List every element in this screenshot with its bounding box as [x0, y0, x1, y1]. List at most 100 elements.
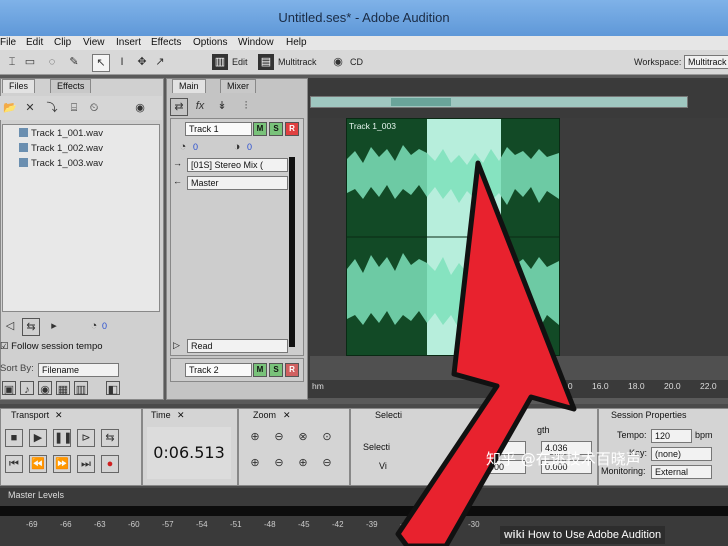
zoom-out-horizontal-icon[interactable]: ⊖: [271, 429, 287, 445]
list-item[interactable]: Track 1_003.wav: [19, 158, 103, 169]
pause-icon[interactable]: ❚❚: [53, 429, 72, 447]
play-file-icon[interactable]: ⏲: [86, 100, 102, 116]
move-tool-icon[interactable]: ↖: [92, 54, 110, 72]
time-selection-icon[interactable]: I: [114, 54, 130, 70]
menu-help[interactable]: Help: [286, 36, 307, 50]
list-item[interactable]: Track 1_002.wav: [19, 143, 103, 154]
zoom-out-vertical-icon[interactable]: ⊖: [319, 455, 335, 471]
workspace-select[interactable]: Multitrack: [684, 55, 728, 69]
zoom-in-vertical-icon[interactable]: ⊕: [295, 455, 311, 471]
clip-label: Track 1_003: [349, 121, 396, 131]
tab-files[interactable]: Files: [2, 79, 36, 93]
multitrack-view-label[interactable]: Multitrack: [278, 54, 317, 70]
menu-view[interactable]: View: [83, 36, 105, 50]
play-from-cursor-icon[interactable]: ⊳: [77, 429, 95, 447]
sort-by-select[interactable]: Filename: [38, 363, 119, 377]
track-1-record-button[interactable]: R: [285, 122, 299, 136]
eq-icon[interactable]: ⫶: [238, 98, 254, 114]
fast-forward-icon[interactable]: ⏩: [53, 455, 71, 473]
cd-view-label[interactable]: CD: [350, 54, 363, 70]
zoom-title: Zoom: [253, 410, 277, 420]
cursor-tool-icon[interactable]: ⌶: [4, 54, 20, 70]
track-1-output-select[interactable]: Master: [187, 176, 288, 190]
record-icon[interactable]: ●: [101, 455, 119, 473]
volume-knob-icon[interactable]: ◔: [86, 318, 102, 334]
close-icon[interactable]: ✕: [55, 410, 63, 421]
zoom-to-selection-icon[interactable]: ⊙: [319, 429, 335, 445]
view-icon[interactable]: ▣: [2, 381, 16, 396]
scrub-tool-icon[interactable]: ↗: [152, 54, 168, 70]
timeline-ruler[interactable]: hm 14.0 16.0 18.0 20.0 22.0: [310, 380, 728, 392]
multitrack-view-icon[interactable]: ▤: [258, 54, 274, 70]
edit-view-label[interactable]: Edit: [232, 54, 248, 70]
eye-icon[interactable]: ◉: [132, 100, 148, 116]
track-1-input-select[interactable]: [01S] Stereo Mix (: [187, 158, 288, 172]
view-icon[interactable]: ▦: [56, 381, 70, 396]
track-1-mute-button[interactable]: M: [253, 122, 267, 136]
stop-icon[interactable]: ■: [5, 429, 23, 447]
menu-file[interactable]: File: [0, 36, 16, 50]
track-1-name[interactable]: Track 1: [185, 122, 252, 136]
scrollbar-thumb[interactable]: [391, 98, 451, 106]
zoom-right-edge-icon[interactable]: ⊖: [271, 455, 287, 471]
view-icon[interactable]: ◉: [38, 381, 52, 396]
loop-icon[interactable]: ⇆: [22, 318, 40, 336]
insert-icon[interactable]: ⤵: [44, 100, 60, 116]
track-1-automation-mode[interactable]: Read: [187, 339, 288, 353]
effects-fx-icon[interactable]: fx: [192, 98, 208, 114]
track-2-name[interactable]: Track 2: [185, 363, 252, 377]
inputs-outputs-icon[interactable]: ⇄: [170, 98, 188, 116]
monitoring-select[interactable]: External: [651, 465, 712, 479]
zoom-panel: Zoom ✕ ⊕ ⊖ ⊗ ⊙ ⊕ ⊖ ⊕ ⊖: [238, 408, 350, 486]
pan-knob-icon[interactable]: ◑: [229, 139, 245, 155]
slip-tool-icon[interactable]: ✥: [134, 54, 150, 70]
speaker-icon[interactable]: ◁: [2, 318, 18, 334]
volume-knob-icon[interactable]: ◔: [175, 139, 191, 155]
import-icon[interactable]: 📂: [2, 100, 18, 116]
zoom-out-full-icon[interactable]: ⊗: [295, 429, 311, 445]
key-select[interactable]: (none): [651, 447, 712, 461]
close-icon[interactable]: ✕: [283, 410, 291, 421]
close-file-icon[interactable]: ✕: [22, 100, 38, 116]
close-icon[interactable]: ✕: [177, 410, 185, 421]
menu-options[interactable]: Options: [193, 36, 227, 50]
view-icon[interactable]: ◧: [106, 381, 120, 396]
tab-mixer[interactable]: Mixer: [220, 79, 256, 93]
menu-bar: File Edit Clip View Insert Effects Optio…: [0, 36, 728, 50]
menu-window[interactable]: Window: [238, 36, 274, 50]
expand-arrow-icon[interactable]: ▷: [173, 340, 180, 351]
menu-insert[interactable]: Insert: [116, 36, 141, 50]
ruler-prefix: hm: [312, 381, 324, 391]
lasso-tool-icon[interactable]: ◌: [44, 54, 60, 70]
cd-view-icon[interactable]: ◉: [330, 54, 346, 70]
menu-clip[interactable]: Clip: [54, 36, 71, 50]
track-1-solo-button[interactable]: S: [269, 122, 283, 136]
track-2-record-button[interactable]: R: [285, 363, 299, 377]
sends-icon[interactable]: ↡: [214, 98, 230, 114]
go-to-end-icon[interactable]: ⏭: [77, 455, 95, 473]
list-item[interactable]: Track 1_001.wav: [19, 128, 103, 139]
tab-effects[interactable]: Effects: [50, 79, 92, 93]
rewind-icon[interactable]: ⏪: [29, 455, 47, 473]
track-2-mute-button[interactable]: M: [253, 363, 267, 377]
timeline-scrollbar[interactable]: [310, 96, 688, 108]
track-2-solo-button[interactable]: S: [269, 363, 283, 377]
play-icon[interactable]: ▶: [29, 429, 47, 447]
marquee-tool-icon[interactable]: ▭: [22, 54, 38, 70]
go-to-start-icon[interactable]: ⏮: [5, 455, 23, 473]
brush-tool-icon[interactable]: ✎: [66, 54, 82, 70]
edit-file-icon[interactable]: ⌸: [66, 100, 82, 116]
zoom-left-edge-icon[interactable]: ⊕: [247, 455, 263, 471]
menu-edit[interactable]: Edit: [26, 36, 43, 50]
tempo-field[interactable]: 120: [651, 429, 692, 443]
autoplay-icon[interactable]: ▸: [46, 318, 62, 334]
view-icon[interactable]: ▥: [74, 381, 88, 396]
view-icon[interactable]: ♪: [20, 381, 34, 396]
audio-clip[interactable]: Track 1_003: [346, 118, 560, 356]
loop-icon[interactable]: ⇆: [101, 429, 119, 447]
menu-effects[interactable]: Effects: [151, 36, 181, 50]
edit-view-icon[interactable]: ▥: [212, 54, 228, 70]
zoom-in-horizontal-icon[interactable]: ⊕: [247, 429, 263, 445]
follow-tempo-checkbox[interactable]: ☑ Follow session tempo: [0, 341, 103, 352]
tab-main[interactable]: Main: [172, 79, 206, 93]
